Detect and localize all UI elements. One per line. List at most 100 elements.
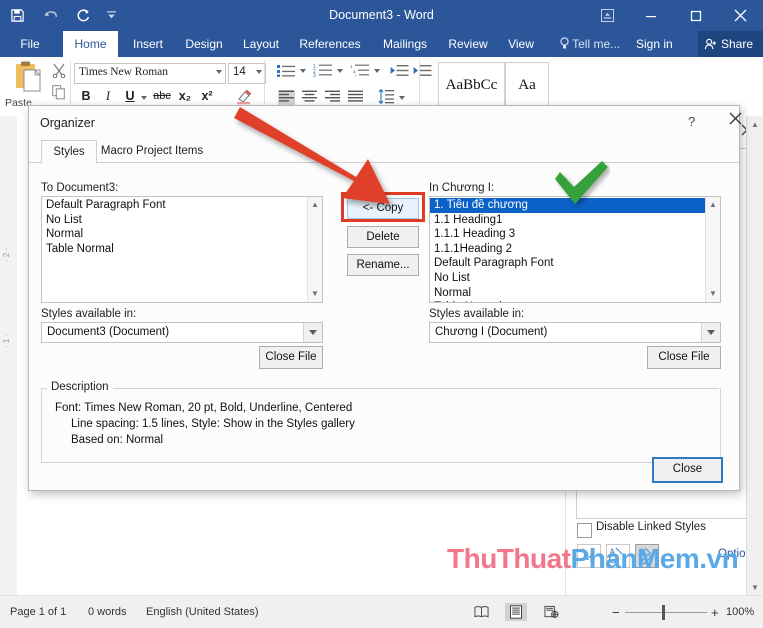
- disable-linked-styles-checkbox[interactable]: [577, 523, 592, 538]
- minimize-icon[interactable]: [628, 0, 673, 31]
- numbering-chevron-down-icon[interactable]: [337, 69, 343, 73]
- tab-design[interactable]: Design: [178, 31, 230, 57]
- tab-view[interactable]: View: [500, 31, 542, 57]
- list-item[interactable]: 1. Tiêu đề chương: [430, 198, 706, 213]
- print-layout-icon[interactable]: [505, 603, 527, 621]
- tab-mailings[interactable]: Mailings: [374, 31, 436, 57]
- increase-indent-icon[interactable]: [413, 64, 432, 82]
- chevron-down-icon[interactable]: [303, 323, 322, 342]
- chevron-down-icon[interactable]: [256, 70, 262, 74]
- superscript-button[interactable]: x²: [198, 89, 216, 103]
- list-item[interactable]: Default Paragraph Font: [42, 198, 308, 213]
- list-item[interactable]: Normal: [42, 227, 308, 242]
- save-icon[interactable]: [0, 0, 34, 31]
- list-item[interactable]: No List: [42, 213, 308, 228]
- align-center-button[interactable]: [301, 90, 318, 106]
- document-scrollbar[interactable]: ▲ ▼: [746, 116, 763, 595]
- rename-button[interactable]: Rename...: [347, 254, 419, 276]
- tab-references[interactable]: References: [292, 31, 368, 57]
- ribbon-display-options-icon[interactable]: [586, 0, 628, 31]
- restore-icon[interactable]: [673, 0, 718, 31]
- dialog-close-button[interactable]: Close: [652, 457, 723, 483]
- list-item[interactable]: Normal: [430, 286, 706, 301]
- scroll-down-icon[interactable]: ▼: [706, 286, 720, 300]
- sign-in-link[interactable]: Sign in: [636, 31, 673, 57]
- multilevel-chevron-down-icon[interactable]: [374, 69, 380, 73]
- tab-file[interactable]: File: [10, 31, 50, 57]
- style-gallery-item-normal[interactable]: AaBbCс: [438, 62, 505, 108]
- multilevel-list-icon[interactable]: 1ai: [350, 63, 371, 82]
- left-available-combobox[interactable]: Document3 (Document): [41, 322, 323, 343]
- font-name-combobox[interactable]: Times New Roman: [74, 63, 226, 84]
- style-gallery-item-nospacing[interactable]: Aa: [505, 62, 549, 108]
- left-close-file-button[interactable]: Close File: [259, 346, 323, 369]
- list-item[interactable]: Table Normal: [42, 242, 308, 257]
- line-spacing-chevron-down-icon[interactable]: [399, 96, 405, 100]
- tab-home[interactable]: Home: [63, 31, 118, 57]
- numbering-icon[interactable]: 123: [313, 63, 333, 82]
- zoom-level[interactable]: 100%: [726, 606, 754, 618]
- tell-me-box[interactable]: Tell me...: [560, 31, 620, 57]
- decrease-indent-icon[interactable]: [390, 64, 409, 82]
- list-item[interactable]: 1.1 Heading1: [430, 213, 706, 228]
- chevron-down-icon[interactable]: [701, 323, 720, 342]
- align-left-button[interactable]: [278, 90, 295, 106]
- underline-chevron-down-icon[interactable]: [141, 96, 147, 100]
- list-item[interactable]: Default Paragraph Font: [430, 256, 706, 271]
- scroll-down-icon[interactable]: ▼: [747, 579, 763, 595]
- language-indicator[interactable]: English (United States): [146, 606, 259, 618]
- scroll-up-icon[interactable]: ▲: [706, 197, 720, 211]
- copy-icon[interactable]: [52, 85, 66, 105]
- web-layout-icon[interactable]: [540, 603, 562, 621]
- undo-icon[interactable]: [34, 0, 68, 31]
- scroll-up-icon[interactable]: ▲: [747, 116, 763, 132]
- right-styles-list[interactable]: 1. Tiêu đề chương 1.1 Heading1 1.1.1 Hea…: [429, 196, 721, 303]
- word-count[interactable]: 0 words: [88, 606, 127, 618]
- list-item[interactable]: 1.1.1 Heading 3: [430, 227, 706, 242]
- scroll-down-icon[interactable]: ▼: [308, 286, 322, 300]
- list-item[interactable]: Table Normal: [430, 300, 706, 302]
- tab-styles[interactable]: Styles: [41, 140, 97, 164]
- dialog-close-icon[interactable]: [729, 112, 742, 129]
- customize-qat-icon[interactable]: [98, 0, 124, 31]
- list-item[interactable]: No List: [430, 271, 706, 286]
- dialog-title: Organizer: [40, 116, 95, 130]
- italic-button[interactable]: I: [101, 89, 115, 104]
- page-indicator[interactable]: Page 1 of 1: [10, 606, 66, 618]
- right-available-combobox[interactable]: Chương I (Document): [429, 322, 721, 343]
- tab-layout[interactable]: Layout: [236, 31, 286, 57]
- bullets-chevron-down-icon[interactable]: [300, 69, 306, 73]
- right-list-scrollbar[interactable]: ▲ ▼: [705, 197, 720, 302]
- strikethrough-button[interactable]: abc: [152, 90, 172, 102]
- paste-icon[interactable]: [12, 60, 46, 96]
- tab-macro-project-items[interactable]: Macro Project Items: [97, 140, 207, 162]
- underline-button[interactable]: U: [123, 89, 137, 103]
- chevron-down-icon[interactable]: [216, 70, 222, 74]
- right-close-file-button[interactable]: Close File: [647, 346, 721, 369]
- help-icon[interactable]: ?: [688, 114, 695, 129]
- cut-icon[interactable]: [52, 63, 66, 83]
- delete-button[interactable]: Delete: [347, 226, 419, 248]
- bullets-icon[interactable]: [277, 64, 296, 82]
- align-right-button[interactable]: [324, 90, 341, 106]
- share-button[interactable]: Share: [697, 31, 763, 57]
- justify-button[interactable]: [347, 90, 364, 106]
- bold-button[interactable]: B: [79, 89, 93, 103]
- close-icon[interactable]: [718, 0, 763, 31]
- read-mode-icon[interactable]: [470, 603, 492, 621]
- font-size-combobox[interactable]: 14: [228, 63, 266, 84]
- subscript-button[interactable]: x₂: [176, 89, 194, 103]
- scroll-up-icon[interactable]: ▲: [308, 197, 322, 211]
- left-list-scrollbar[interactable]: ▲ ▼: [307, 197, 322, 302]
- zoom-in-button[interactable]: +: [711, 605, 719, 620]
- left-styles-list[interactable]: Default Paragraph Font No List Normal Ta…: [41, 196, 323, 303]
- list-item[interactable]: 1.1.1Heading 2: [430, 242, 706, 257]
- tab-review[interactable]: Review: [442, 31, 494, 57]
- zoom-out-button[interactable]: −: [612, 605, 620, 620]
- copy-button[interactable]: <- Copy: [347, 198, 419, 219]
- zoom-slider-thumb[interactable]: [662, 605, 665, 620]
- redo-icon[interactable]: [68, 0, 98, 31]
- zoom-slider-track[interactable]: [625, 612, 707, 613]
- tab-insert[interactable]: Insert: [124, 31, 172, 57]
- window-controls: [586, 0, 763, 31]
